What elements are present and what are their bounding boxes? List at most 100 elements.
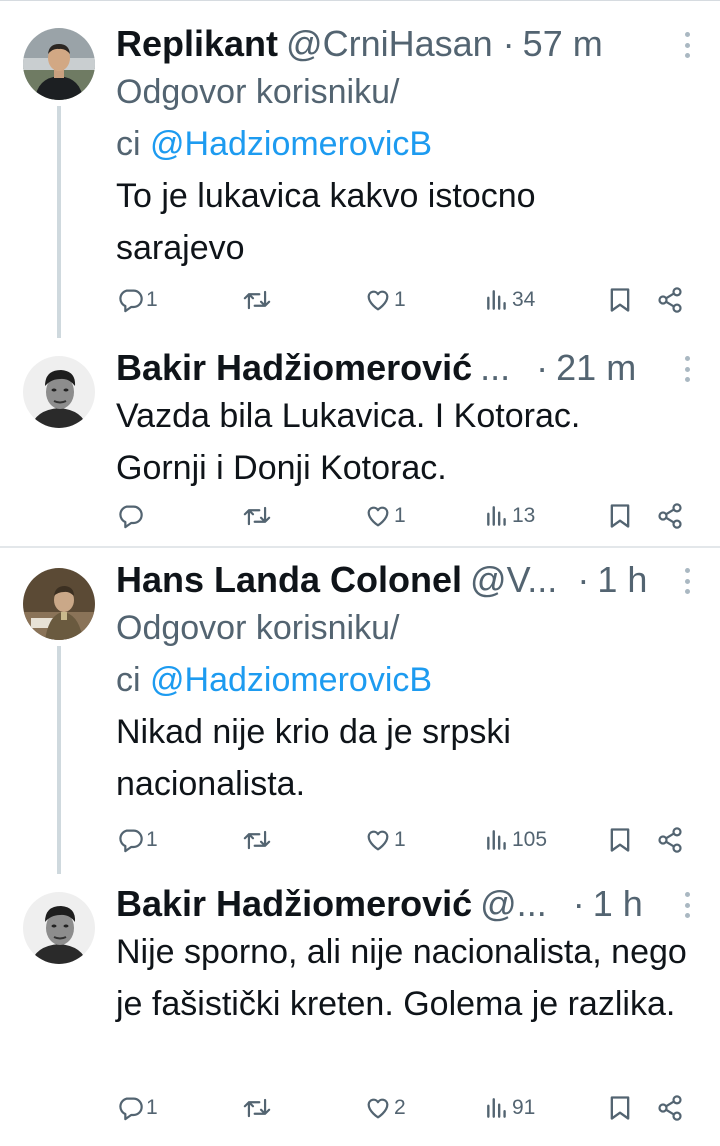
views-count: 105 [512, 828, 548, 851]
reply-to-label: ci [116, 661, 150, 699]
views-button[interactable]: 105 [484, 822, 547, 858]
views-icon [487, 1098, 506, 1118]
retweet-icon [243, 1098, 271, 1118]
views-count: 91 [512, 1096, 536, 1119]
like-button[interactable]: 1 [364, 822, 406, 858]
separator-dot: · [536, 347, 549, 388]
share-button[interactable] [656, 1090, 684, 1126]
reply-icon [119, 505, 143, 529]
share-button[interactable] [656, 822, 684, 858]
reply-button[interactable] [116, 498, 146, 534]
tweet-header: Replikant @CrniHasan · 57 m [116, 20, 650, 68]
bookmark-icon [610, 504, 630, 528]
reply-button[interactable]: 1 [116, 822, 158, 858]
timestamp[interactable]: 21 m [556, 344, 636, 392]
like-button[interactable]: 2 [364, 1090, 406, 1126]
mention-link[interactable]: @HadziomerovicB [150, 125, 432, 163]
avatar[interactable] [23, 892, 95, 964]
retweet-icon [243, 506, 271, 526]
like-count: 1 [394, 828, 406, 851]
reply-to-label: Odgovor korisniku/ [116, 73, 400, 111]
author-handle[interactable]: @V... [470, 556, 557, 604]
more-icon[interactable] [682, 568, 692, 594]
author-handle[interactable]: @... [480, 880, 547, 928]
tweet-header: Bakir Hadžiomerović @... · 1 h [116, 880, 650, 928]
heart-icon [367, 1098, 389, 1119]
tweet-1[interactable]: Replikant @CrniHasan · 57 m Odgovor kori… [0, 20, 720, 338]
bookmark-button[interactable] [608, 1090, 632, 1126]
reply-to-label: ci [116, 125, 150, 163]
like-count: 1 [394, 288, 406, 311]
avatar[interactable] [23, 568, 95, 640]
reply-to-line-1: Odgovor korisniku/ [116, 602, 399, 654]
reply-icon [119, 1097, 143, 1121]
bookmark-icon [610, 1096, 630, 1120]
reply-icon [119, 829, 143, 853]
author-name[interactable]: Bakir Hadžiomerović [116, 344, 472, 392]
like-count: 2 [394, 1096, 406, 1119]
action-bar: 1 1 105 [116, 822, 696, 858]
bookmark-icon [610, 288, 630, 312]
tweet-text: Nije sporno, ali nije nacionalista, nego… [116, 933, 687, 1023]
views-icon [487, 830, 506, 850]
action-bar: 1 13 [116, 498, 696, 534]
more-icon[interactable] [682, 892, 692, 918]
bookmark-button[interactable] [608, 498, 632, 534]
share-button[interactable] [656, 498, 684, 534]
bookmark-icon [610, 828, 630, 852]
views-button[interactable]: 13 [484, 498, 535, 534]
reply-to-line-2: ci @HadziomerovicB [116, 654, 432, 706]
share-icon [658, 503, 682, 529]
reply-count: 1 [146, 1096, 158, 1119]
reply-icon [119, 289, 143, 313]
retweet-button[interactable] [242, 822, 272, 858]
retweet-button[interactable] [242, 1090, 272, 1126]
reply-to-label: Odgovor korisniku/ [116, 609, 400, 647]
retweet-icon [243, 290, 271, 310]
reply-to-line-1: Odgovor korisniku/ [116, 66, 399, 118]
bookmark-button[interactable] [608, 822, 632, 858]
avatar[interactable] [23, 28, 95, 100]
tweet-text: Vazda bila Lukavica. I Kotorac. Gornji i… [116, 397, 581, 487]
timestamp[interactable]: 1 h [597, 556, 647, 604]
bookmark-button[interactable] [608, 282, 632, 318]
reply-count: 1 [146, 288, 158, 311]
author-name[interactable]: Bakir Hadžiomerović [116, 880, 472, 928]
like-count: 1 [394, 504, 406, 527]
reply-button[interactable]: 1 [116, 1090, 158, 1126]
share-icon [658, 287, 682, 313]
views-count: 13 [512, 504, 536, 527]
tweet-header: Hans Landa Colonel @V... · 1 h [116, 556, 650, 604]
views-icon [487, 290, 506, 310]
reply-to-line-2: ci @HadziomerovicB [116, 118, 432, 170]
retweet-button[interactable] [242, 498, 272, 534]
separator-dot: · [572, 883, 585, 924]
share-icon [658, 827, 682, 853]
avatar[interactable] [23, 356, 95, 428]
tweet-text: Nikad nije krio da je srpski nacionalist… [116, 713, 511, 803]
timestamp[interactable]: 57 m [523, 20, 603, 68]
views-count: 34 [512, 288, 536, 311]
author-handle[interactable]: ... [480, 344, 510, 392]
author-name[interactable]: Replikant [116, 20, 278, 68]
separator-dot: · [577, 559, 590, 600]
author-handle[interactable]: @CrniHasan [286, 20, 493, 68]
author-name[interactable]: Hans Landa Colonel [116, 556, 462, 604]
share-button[interactable] [656, 282, 684, 318]
more-icon[interactable] [682, 356, 692, 382]
retweet-button[interactable] [242, 282, 272, 318]
timestamp[interactable]: 1 h [593, 880, 643, 928]
tweet-2[interactable]: Bakir Hadžiomerović ... · 21 m Vazda bil… [0, 344, 720, 540]
tweet-header: Bakir Hadžiomerović ... · 21 m [116, 344, 650, 392]
like-button[interactable]: 1 [364, 498, 406, 534]
action-bar: 1 2 91 [116, 1090, 696, 1126]
like-button[interactable]: 1 [364, 282, 406, 318]
views-button[interactable]: 34 [484, 282, 535, 318]
mention-link[interactable]: @HadziomerovicB [150, 661, 432, 699]
thread-line [57, 646, 61, 874]
tweet-4[interactable]: Bakir Hadžiomerović @... · 1 h Nije spor… [0, 880, 720, 1146]
tweet-3[interactable]: Hans Landa Colonel @V... · 1 h Odgovor k… [0, 556, 720, 874]
more-icon[interactable] [682, 32, 692, 58]
views-button[interactable]: 91 [484, 1090, 535, 1126]
reply-button[interactable]: 1 [116, 282, 158, 318]
